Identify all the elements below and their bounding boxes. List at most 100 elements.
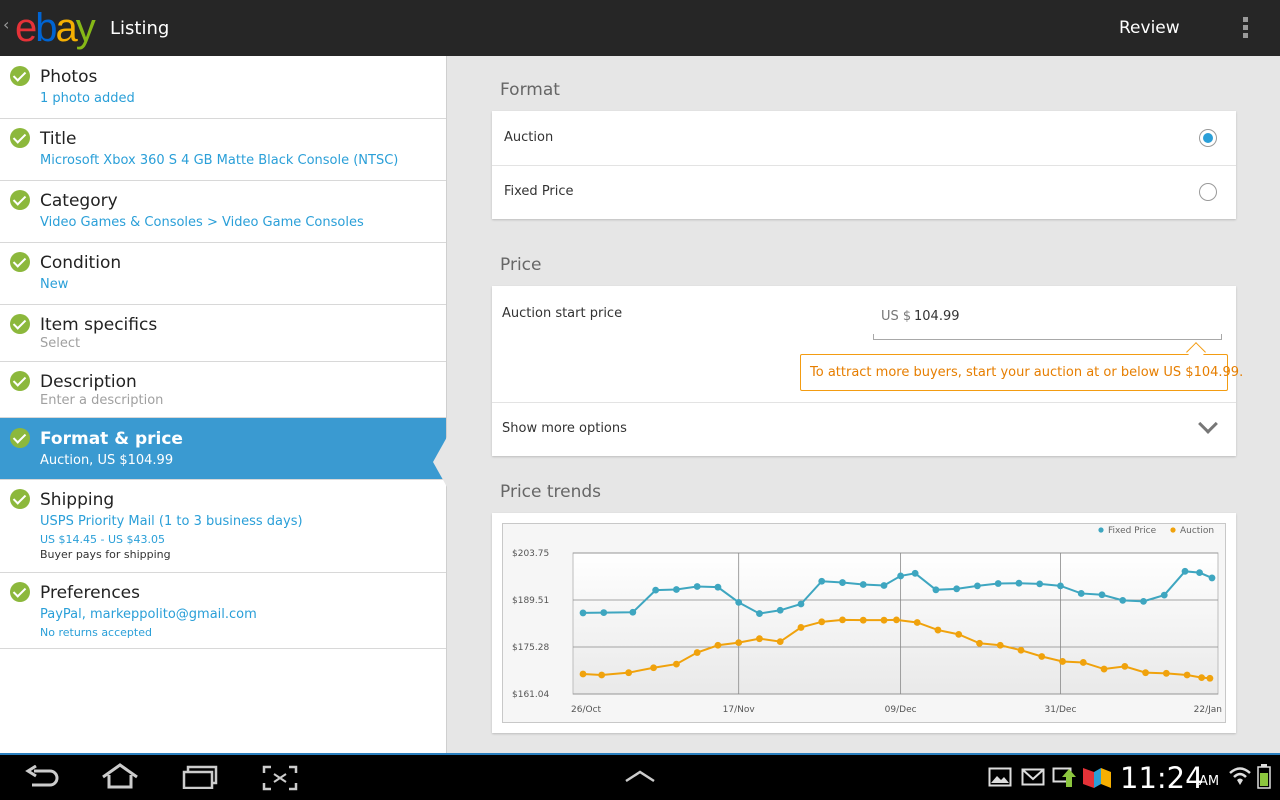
- list-item-condition[interactable]: Condition New: [0, 243, 446, 305]
- data-point: [776, 638, 784, 646]
- list-item-preferences[interactable]: Preferences PayPal, markeppolito@gmail.c…: [0, 573, 446, 649]
- data-point: [625, 669, 633, 677]
- list-item-item-specifics[interactable]: Item specifics Select: [0, 305, 446, 362]
- review-button[interactable]: Review: [1119, 18, 1180, 38]
- data-point: [600, 609, 608, 616]
- data-point: [693, 649, 701, 656]
- item-title: Condition: [40, 253, 122, 273]
- start-price-input[interactable]: US $ 104.99: [873, 308, 1222, 340]
- data-point: [1121, 663, 1129, 670]
- price-header: Price: [500, 255, 542, 275]
- chevron-up-icon[interactable]: [624, 769, 656, 783]
- data-point: [1196, 569, 1203, 577]
- check-icon: [10, 128, 30, 148]
- data-point: [880, 616, 888, 624]
- data-point: [994, 580, 1002, 587]
- x-tick-label: 26/Oct: [571, 705, 602, 715]
- check-icon: [10, 428, 30, 448]
- check-icon: [10, 314, 30, 334]
- option-label: Auction: [504, 130, 554, 145]
- list-item-title[interactable]: Title Microsoft Xbox 360 S 4 GB Matte Bl…: [0, 119, 446, 181]
- data-point: [1206, 674, 1214, 682]
- check-icon: [10, 252, 30, 272]
- data-point: [629, 608, 637, 616]
- data-point: [1183, 671, 1191, 679]
- mail-icon: [1021, 768, 1045, 786]
- item-subtitle: USPS Priority Mail (1 to 3 business days…: [40, 514, 303, 529]
- format-option-auction[interactable]: Auction: [492, 111, 1236, 166]
- data-point: [1198, 674, 1206, 682]
- y-tick-label: $161.04: [512, 690, 549, 700]
- data-point: [735, 639, 743, 647]
- data-point: [953, 585, 961, 593]
- data-point: [976, 639, 983, 647]
- auction-radio[interactable]: [1199, 129, 1217, 147]
- show-more-options-label: Show more options: [502, 421, 627, 436]
- chevron-down-icon[interactable]: [1198, 414, 1218, 434]
- data-point: [756, 635, 763, 643]
- item-subtitle: Video Games & Consoles > Video Game Cons…: [40, 215, 364, 230]
- price-hint-tooltip: To attract more buyers, start your aucti…: [800, 354, 1243, 391]
- data-point: [714, 641, 722, 649]
- list-item-shipping[interactable]: Shipping USPS Priority Mail (1 to 3 busi…: [0, 480, 446, 573]
- x-tick-label: 22/Jan: [1194, 705, 1222, 715]
- currency-prefix: US $: [881, 309, 912, 324]
- check-icon: [10, 489, 30, 509]
- ebay-logo[interactable]: ebay: [15, 6, 96, 50]
- legend-marker: [1170, 527, 1176, 533]
- data-point: [1038, 653, 1046, 660]
- item-title: Description: [40, 372, 137, 392]
- item-title: Item specifics: [40, 315, 158, 335]
- data-point: [913, 619, 921, 626]
- data-point: [1059, 658, 1066, 665]
- price-trends-header: Price trends: [500, 482, 602, 502]
- back-chevron-icon[interactable]: ‹: [3, 15, 9, 34]
- item-title: Preferences: [40, 583, 140, 603]
- fixed-price-radio[interactable]: [1199, 183, 1217, 201]
- show-more-options-row[interactable]: Show more options: [492, 403, 1236, 456]
- item-subtitle: New: [40, 277, 69, 292]
- system-bar: 11:24 AM: [0, 753, 1280, 800]
- list-item-description[interactable]: Description Enter a description: [0, 362, 446, 418]
- x-tick-label: 17/Nov: [723, 705, 756, 715]
- data-point: [911, 569, 919, 577]
- legend-marker: [1098, 527, 1104, 533]
- clock-ampm: AM: [1199, 774, 1220, 789]
- recent-apps-icon[interactable]: [182, 765, 218, 789]
- back-icon[interactable]: [24, 765, 60, 789]
- screenshot-icon[interactable]: [262, 765, 298, 791]
- page-title: Listing: [110, 18, 170, 39]
- data-point: [1015, 579, 1023, 587]
- home-icon[interactable]: [100, 763, 140, 789]
- data-point: [1079, 659, 1087, 666]
- list-item-category[interactable]: Category Video Games & Consoles > Video …: [0, 181, 446, 243]
- data-point: [598, 671, 606, 679]
- data-point: [776, 606, 784, 614]
- data-point: [693, 583, 701, 590]
- format-card: Auction Fixed Price: [492, 111, 1236, 219]
- item-subtitle: Enter a description: [40, 393, 164, 408]
- list-item-format-price[interactable]: Format & price Auction, US $104.99: [0, 418, 447, 487]
- list-item-photos[interactable]: Photos 1 photo added: [0, 56, 446, 119]
- y-tick-label: $203.75: [512, 549, 549, 559]
- data-point: [735, 598, 743, 606]
- x-tick-label: 31/Dec: [1045, 705, 1077, 715]
- legend-label: Fixed Price: [1108, 526, 1157, 536]
- overflow-menu-icon[interactable]: [1243, 17, 1253, 39]
- steps-list: Photos 1 photo added Title Microsoft Xbo…: [0, 56, 447, 753]
- check-icon: [10, 190, 30, 210]
- price-trend-chart: $203.75 $189.51 $175.28 $161.04 26/Oct 17/Nov…: [512, 526, 1222, 715]
- price-trends-card: $203.75 $189.51 $175.28 $161.04 26/Oct 17/Nov…: [492, 513, 1236, 733]
- format-option-fixed-price[interactable]: Fixed Price: [492, 166, 1236, 219]
- hint-text: To attract more buyers, start your aucti…: [810, 365, 1244, 380]
- system-bar-divider: [0, 753, 1280, 755]
- item-title: Category: [40, 191, 118, 211]
- data-point: [756, 610, 763, 617]
- data-point: [650, 664, 657, 672]
- sync-icon: [1052, 767, 1076, 787]
- data-point: [1208, 574, 1216, 582]
- data-point: [1140, 597, 1147, 605]
- price-value: 104.99: [914, 309, 960, 324]
- x-tick-label: 09/Dec: [885, 705, 917, 715]
- data-point: [932, 586, 940, 594]
